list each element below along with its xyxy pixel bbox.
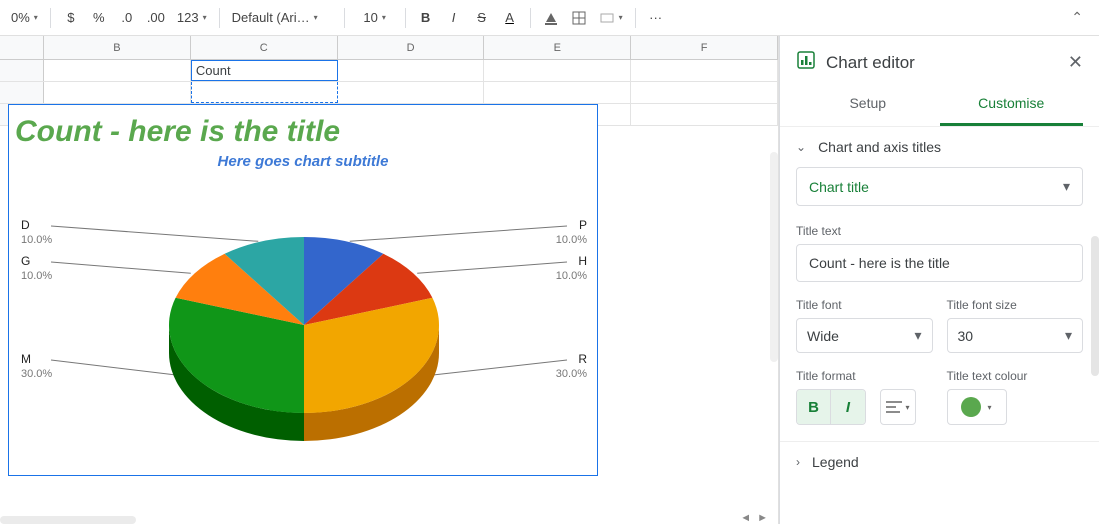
color-swatch <box>961 397 981 417</box>
title-color-label: Title text colour <box>947 369 1084 383</box>
column-header[interactable]: F <box>631 36 778 59</box>
table-row: Count <box>0 60 778 82</box>
column-header[interactable]: E <box>484 36 631 59</box>
panel-scrollbar[interactable] <box>1091 236 1099 376</box>
chart-object[interactable]: Count - here is the title Here goes char… <box>8 104 598 476</box>
font-size-select[interactable]: 10 <box>352 5 398 31</box>
chevron-right-icon: › <box>796 455 800 469</box>
tab-setup[interactable]: Setup <box>796 85 940 126</box>
chart-icon <box>796 50 816 75</box>
title-scope-select[interactable]: Chart title ▾ <box>796 167 1083 206</box>
section-chart-axis-titles[interactable]: ⌄ Chart and axis titles <box>780 126 1099 167</box>
pie-slice-label: G10.0% <box>21 254 52 283</box>
bold-toggle[interactable]: B <box>797 390 831 424</box>
title-font-select[interactable]: Wide▾ <box>796 318 933 353</box>
chart-title: Count - here is the title <box>9 105 597 149</box>
zoom-select[interactable]: 0% <box>6 5 43 31</box>
pie-slice-label: R30.0% <box>556 352 587 381</box>
pie-slice-label: D10.0% <box>21 218 52 247</box>
title-font-size-label: Title font size <box>947 298 1084 312</box>
pie-slice-label: M30.0% <box>21 352 52 381</box>
vertical-scrollbar[interactable] <box>770 152 778 362</box>
pie-chart: P10.0% H10.0% R30.0% M30.0% G10.0% D10.0% <box>9 170 597 460</box>
borders-button[interactable] <box>566 5 592 31</box>
title-font-size-select[interactable]: 30▾ <box>947 318 1084 353</box>
pie-slice-label: P10.0% <box>556 218 587 247</box>
spreadsheet-area[interactable]: B C D E F Count :28 P Count - here is th… <box>0 36 779 524</box>
column-header[interactable]: C <box>191 36 338 59</box>
increase-decimal-button[interactable]: .00 <box>142 5 170 31</box>
title-text-input[interactable] <box>796 244 1083 282</box>
text-color-button[interactable]: A <box>497 5 523 31</box>
selected-cell[interactable]: Count <box>191 60 338 81</box>
column-header[interactable]: D <box>338 36 485 59</box>
sheet-scroll-arrows[interactable]: ◄► <box>740 512 768 524</box>
editor-panel-title: Chart editor <box>826 53 915 73</box>
column-header[interactable]: B <box>44 36 191 59</box>
merge-cells-button[interactable] <box>594 5 628 31</box>
fill-color-button[interactable] <box>538 5 564 31</box>
number-format-menu[interactable]: 123 <box>172 5 212 31</box>
pie-slice-label: H10.0% <box>556 254 587 283</box>
format-percent-button[interactable]: % <box>86 5 112 31</box>
format-currency-button[interactable]: $ <box>58 5 84 31</box>
font-select[interactable]: Default (Ari… <box>227 5 337 31</box>
title-text-label: Title text <box>796 224 1083 238</box>
chart-editor-panel: Chart editor ✕ Setup Customise ⌄ Chart a… <box>779 36 1099 524</box>
toolbar: 0% $ % .0 .00 123 Default (Ari… 10 B I S… <box>0 0 1099 36</box>
title-font-label: Title font <box>796 298 933 312</box>
italic-toggle[interactable]: I <box>831 390 865 424</box>
strikethrough-button[interactable]: S <box>469 5 495 31</box>
align-menu[interactable]: ▾ <box>881 390 915 424</box>
collapse-toolbar-button[interactable]: ⌃ <box>1071 9 1093 26</box>
italic-button[interactable]: I <box>441 5 467 31</box>
close-editor-button[interactable]: ✕ <box>1068 52 1083 73</box>
more-toolbar-button[interactable]: ··· <box>643 5 669 31</box>
decrease-decimal-button[interactable]: .0 <box>114 5 140 31</box>
title-format-label: Title format <box>796 369 933 383</box>
section-legend[interactable]: › Legend <box>780 441 1099 482</box>
bold-button[interactable]: B <box>413 5 439 31</box>
chart-subtitle: Here goes chart subtitle <box>9 149 597 170</box>
tab-customise[interactable]: Customise <box>940 85 1084 126</box>
table-row <box>0 82 778 104</box>
title-color-picker[interactable]: ▾ <box>947 389 1007 425</box>
column-headers: B C D E F <box>0 36 778 60</box>
chevron-down-icon: ▾ <box>1063 178 1070 195</box>
chevron-down-icon: ⌄ <box>796 140 806 154</box>
horizontal-scrollbar[interactable] <box>0 516 136 524</box>
